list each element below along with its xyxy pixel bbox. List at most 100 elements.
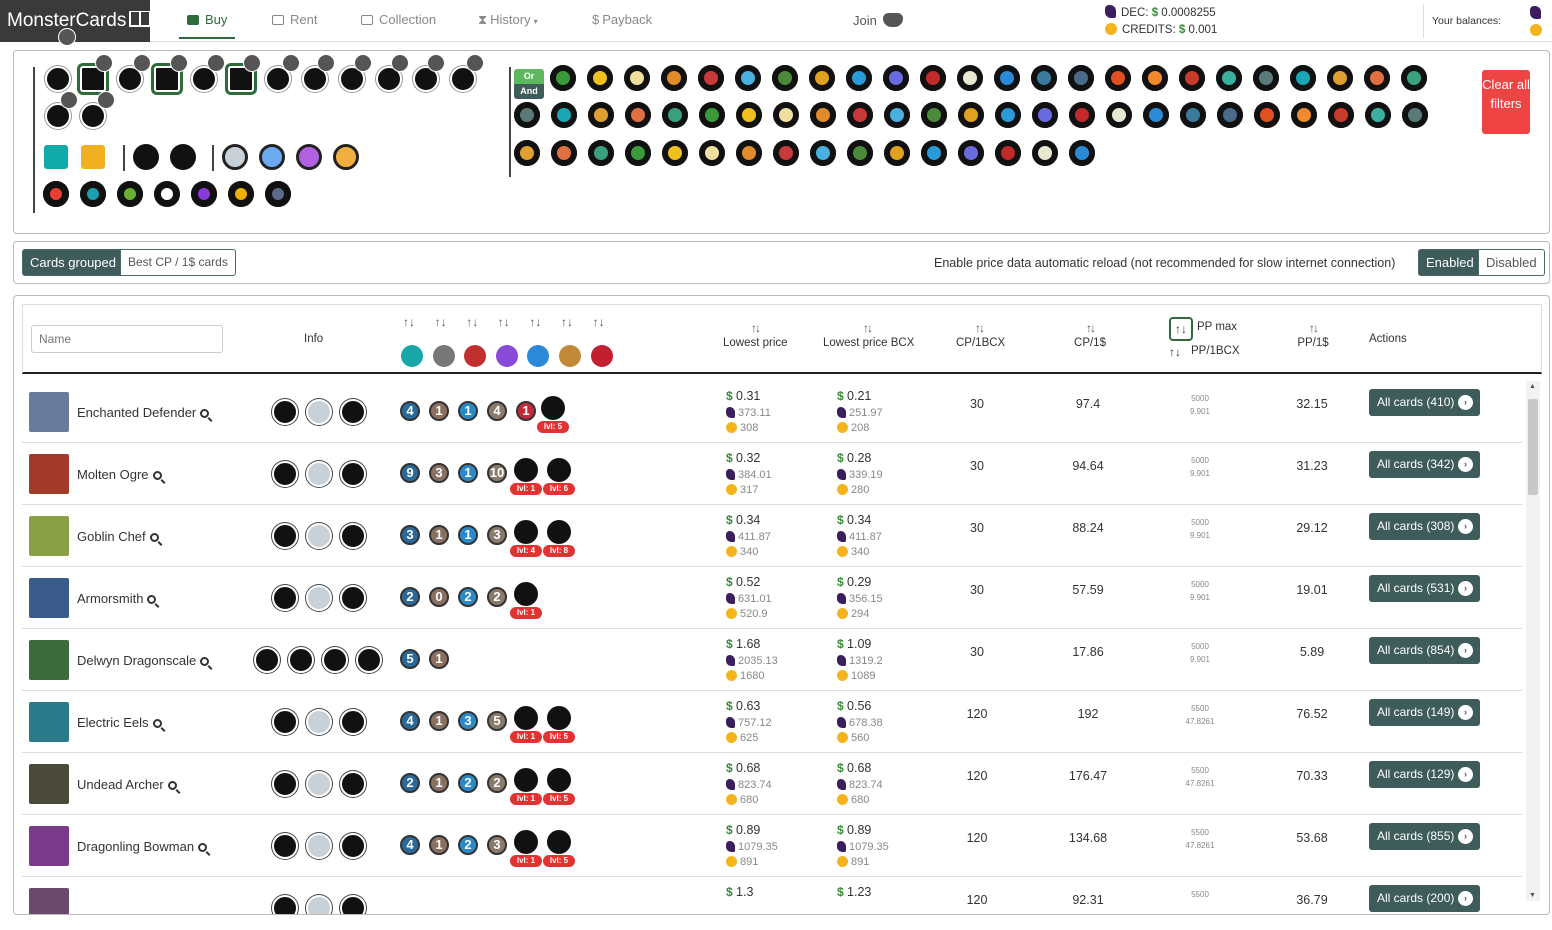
search-icon[interactable] [167, 781, 177, 790]
search-icon[interactable] [200, 657, 210, 666]
rarity-filter-icon[interactable] [222, 144, 248, 170]
pp-max-sort-active-icon[interactable]: ↑↓ [1169, 317, 1193, 341]
monster-type-icon[interactable] [44, 145, 68, 169]
element-filter-icon[interactable] [191, 181, 217, 207]
ability-filter-icon[interactable] [1068, 65, 1094, 91]
ability-filter-icon[interactable] [587, 65, 613, 91]
ability-filter-icon[interactable] [1254, 102, 1280, 128]
summoner-type-icon[interactable] [81, 145, 105, 169]
ability-filter-icon[interactable] [625, 102, 651, 128]
card-name[interactable]: Goblin Chef [77, 529, 159, 544]
tab-buy[interactable]: Buy [187, 12, 227, 27]
name-search-input[interactable] [31, 325, 223, 353]
ability-filter-icon[interactable] [884, 102, 910, 128]
monster-icon[interactable] [133, 144, 159, 170]
ability-filter-icon[interactable] [773, 140, 799, 166]
all-cards-button[interactable]: All cards (855) › [1369, 823, 1480, 850]
pp-usd-header[interactable]: ↑↓ PP/1$ [1296, 321, 1330, 349]
reload-enabled-button[interactable]: Enabled [1418, 249, 1482, 276]
card-avatar[interactable] [29, 516, 69, 556]
ability-filter-icon[interactable] [883, 65, 909, 91]
element-filter-icon[interactable] [117, 181, 143, 207]
search-icon[interactable] [147, 595, 157, 604]
lowest-price-bcx-header[interactable]: ↑↓ Lowest price BCX [823, 321, 914, 349]
all-cards-button[interactable]: All cards (308) › [1369, 513, 1480, 540]
card-avatar[interactable] [29, 640, 69, 680]
ability-filter-icon[interactable] [995, 140, 1021, 166]
mana-sort-icon[interactable]: ↑↓ [403, 315, 415, 329]
ability-filter-icon[interactable] [625, 140, 651, 166]
element-filter-icon[interactable] [43, 181, 69, 207]
ability-filter-icon[interactable] [1401, 65, 1427, 91]
ability-filter-icon[interactable] [995, 102, 1021, 128]
all-cards-button[interactable]: All cards (854) › [1369, 637, 1480, 664]
ability-filter-icon[interactable] [810, 102, 836, 128]
card-avatar[interactable] [29, 888, 69, 914]
ability-filter-icon[interactable] [1291, 102, 1317, 128]
tab-payback[interactable]: $ Payback [592, 12, 652, 27]
card-name[interactable]: Armorsmith [77, 591, 157, 606]
search-icon[interactable] [152, 471, 162, 480]
ability-filter-icon[interactable] [662, 102, 688, 128]
cp-usd-header[interactable]: ↑↓ CP/1$ [1073, 321, 1107, 349]
all-cards-button[interactable]: All cards (410) › [1369, 389, 1480, 416]
all-cards-button[interactable]: All cards (531) › [1369, 575, 1480, 602]
ability-filter-icon[interactable] [920, 65, 946, 91]
ability-filter-icon[interactable] [1290, 65, 1316, 91]
ability-filter-icon[interactable] [1142, 65, 1168, 91]
ability-filter-icon[interactable] [994, 65, 1020, 91]
ability-filter-icon[interactable] [1327, 65, 1353, 91]
ability-filter-icon[interactable] [514, 102, 540, 128]
ability-filter-icon[interactable] [588, 140, 614, 166]
ability-filter-icon[interactable] [772, 65, 798, 91]
ability-filter-icon[interactable] [736, 102, 762, 128]
ability-filter-icon[interactable] [809, 65, 835, 91]
ability-filter-icon[interactable] [921, 140, 947, 166]
card-name[interactable]: Electric Eels [77, 715, 162, 730]
ability-filter-icon[interactable] [514, 140, 540, 166]
all-cards-button[interactable]: All cards (342) › [1369, 451, 1480, 478]
scrollbar-thumb[interactable] [1528, 399, 1538, 495]
search-icon[interactable] [198, 843, 208, 852]
reload-disabled-button[interactable]: Disabled [1478, 249, 1545, 276]
ability-filter-icon[interactable] [1069, 102, 1095, 128]
ability-filter-icon[interactable] [699, 102, 725, 128]
lowest-price-header[interactable]: ↑↓ Lowest price [723, 321, 788, 349]
ability-filter-icon[interactable] [1402, 102, 1428, 128]
card-avatar[interactable] [29, 702, 69, 742]
rarity-filter-icon[interactable] [259, 144, 285, 170]
tab-history[interactable]: ⧗ History ▾ [478, 12, 538, 28]
ability-filter-icon[interactable] [1328, 102, 1354, 128]
melee-sort-icon[interactable]: ↑↓ [435, 315, 447, 329]
card-name[interactable]: Dragonling Bowman [77, 839, 208, 854]
ability-filter-icon[interactable] [957, 65, 983, 91]
ability-filter-icon[interactable] [698, 65, 724, 91]
ranged-sort-icon[interactable]: ↑↓ [466, 315, 478, 329]
card-avatar[interactable] [29, 392, 69, 432]
card-avatar[interactable] [29, 826, 69, 866]
ability-filter-icon[interactable] [588, 102, 614, 128]
ability-filter-icon[interactable] [1031, 65, 1057, 91]
ability-filter-icon[interactable] [1364, 65, 1390, 91]
table-scrollbar[interactable]: ▲ ▼ [1526, 381, 1540, 901]
ability-filter-icon[interactable] [847, 140, 873, 166]
scroll-down-icon[interactable]: ▼ [1529, 892, 1536, 899]
scroll-up-icon[interactable]: ▲ [1529, 383, 1536, 390]
tab-collection[interactable]: Collection [361, 12, 436, 27]
armor-sort-icon[interactable]: ↑↓ [561, 315, 573, 329]
ability-filter-icon[interactable] [699, 140, 725, 166]
ability-filter-icon[interactable] [661, 65, 687, 91]
search-icon[interactable] [149, 533, 159, 542]
ability-filter-icon[interactable] [958, 140, 984, 166]
card-avatar[interactable] [29, 578, 69, 618]
ability-filter-icon[interactable] [1216, 65, 1242, 91]
search-icon[interactable] [152, 719, 162, 728]
ability-filter-icon[interactable] [1253, 65, 1279, 91]
or-and-toggle[interactable]: Or And [514, 69, 544, 99]
all-cards-button[interactable]: All cards (149) › [1369, 699, 1480, 726]
ability-filter-icon[interactable] [1365, 102, 1391, 128]
card-name[interactable]: Undead Archer [77, 777, 177, 792]
join-discord-link[interactable]: Join [853, 13, 903, 28]
ability-filter-icon[interactable] [624, 65, 650, 91]
ability-filter-icon[interactable] [551, 140, 577, 166]
